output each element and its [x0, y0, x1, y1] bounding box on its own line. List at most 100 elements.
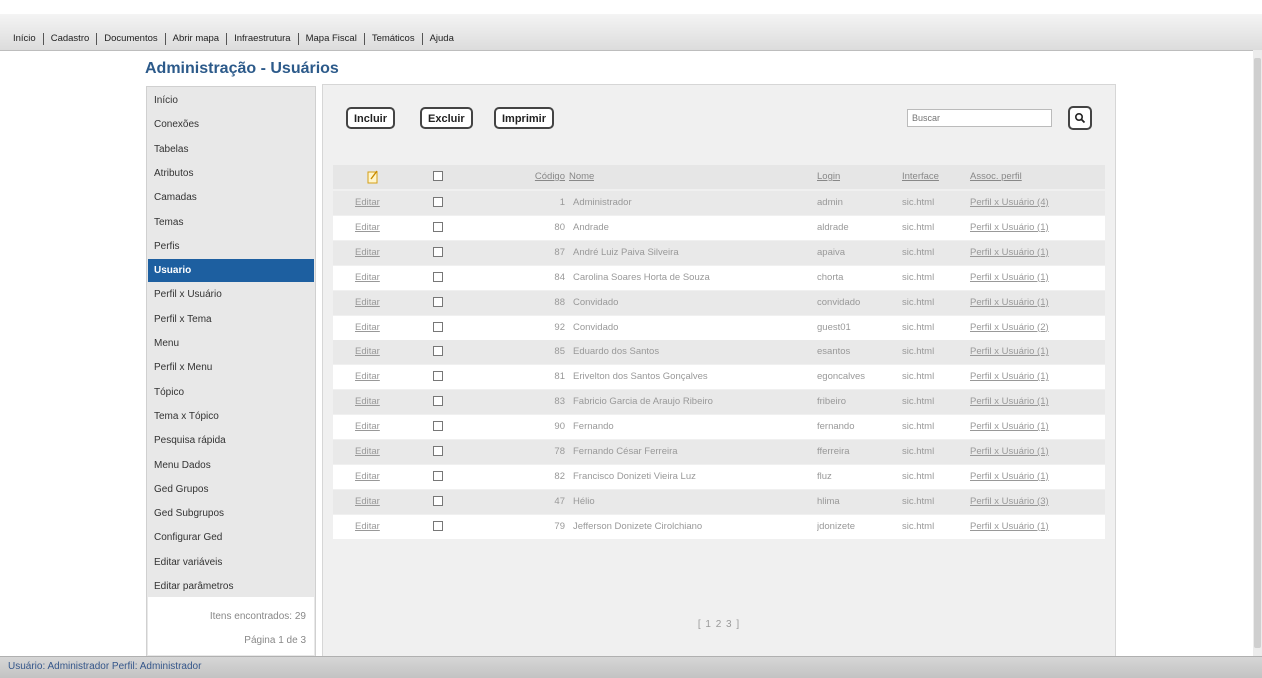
sidebar-item-14[interactable]: Pesquisa rápida — [148, 429, 314, 452]
sidebar-item-11[interactable]: Perfil x Menu — [148, 356, 314, 379]
menu-item-4[interactable]: Infraestrutura — [227, 33, 299, 45]
row-checkbox[interactable] — [433, 271, 443, 282]
menu-item-3[interactable]: Abrir mapa — [166, 33, 228, 45]
table-row: Editar 92 Convidado guest01 sic.html Perfil x… — [333, 315, 1105, 340]
sidebar-item-2[interactable]: Tabelas — [148, 138, 314, 161]
cell-nome: Eduardo dos Santos — [573, 346, 660, 358]
sidebar-item-0[interactable]: Início — [148, 89, 314, 112]
search-button[interactable] — [1068, 106, 1092, 130]
cell-assoc-perfil-link[interactable]: Perfil x Usuário (1) — [970, 241, 1049, 265]
cell-codigo: 92 — [554, 321, 565, 333]
cell-login: convidado — [817, 296, 861, 308]
row-checkbox[interactable] — [433, 371, 443, 382]
row-checkbox[interactable] — [433, 421, 443, 432]
cell-assoc-perfil-link[interactable]: Perfil x Usuário (2) — [970, 316, 1049, 340]
search-input[interactable] — [907, 109, 1052, 127]
sidebar-item-4[interactable]: Camadas — [148, 186, 314, 209]
sidebar: Início Conexões Tabelas Atributos Camadas Tem… — [146, 86, 316, 658]
edit-link[interactable]: Editar — [355, 490, 380, 514]
header-nome[interactable]: Nome — [569, 165, 594, 189]
edit-link[interactable]: Editar — [355, 465, 380, 489]
row-checkbox[interactable] — [433, 396, 443, 407]
sidebar-item-16[interactable]: Ged Grupos — [148, 478, 314, 501]
menu-item-1[interactable]: Cadastro — [44, 33, 98, 45]
sidebar-item-18[interactable]: Configurar Ged — [148, 526, 314, 549]
edit-link[interactable]: Editar — [355, 390, 380, 414]
table-row: Editar 83 Fabricio Garcia de Araujo Ribeir… — [333, 390, 1105, 415]
sidebar-item-9[interactable]: Perfil x Tema — [148, 308, 314, 331]
cell-nome: Francisco Donizeti Vieira Luz — [573, 470, 696, 482]
menu-item-0[interactable]: Início — [6, 33, 44, 45]
edit-link[interactable]: Editar — [355, 316, 380, 340]
cell-codigo: 88 — [554, 296, 565, 308]
sidebar-item-7[interactable]: Usuario — [148, 259, 314, 283]
search-icon — [1074, 112, 1086, 124]
edit-link[interactable]: Editar — [355, 340, 380, 364]
cell-assoc-perfil-link[interactable]: Perfil x Usuário (4) — [970, 191, 1049, 215]
cell-interface: sic.html — [902, 296, 935, 308]
cell-assoc-perfil-link[interactable]: Perfil x Usuário (1) — [970, 291, 1049, 315]
row-checkbox[interactable] — [433, 446, 443, 456]
cell-assoc-perfil-link[interactable]: Perfil x Usuário (1) — [970, 340, 1049, 364]
sidebar-item-19[interactable]: Editar variáveis — [148, 551, 314, 574]
pagination[interactable]: [ 1 2 3 ] — [323, 619, 1115, 630]
sidebar-item-1[interactable]: Conexões — [148, 113, 314, 136]
header-login[interactable]: Login — [817, 165, 840, 189]
edit-link[interactable]: Editar — [355, 365, 380, 389]
page-scrollbar[interactable] — [1253, 50, 1262, 656]
row-checkbox[interactable] — [433, 470, 443, 481]
row-checkbox[interactable] — [433, 221, 443, 232]
sidebar-item-8[interactable]: Perfil x Usuário — [148, 283, 314, 306]
row-checkbox[interactable] — [433, 197, 443, 207]
menu-item-7[interactable]: Ajuda — [423, 33, 461, 45]
excluir-button[interactable]: Excluir — [420, 107, 473, 129]
sidebar-item-13[interactable]: Tema x Tópico — [148, 405, 314, 428]
scroll-thumb[interactable] — [1254, 58, 1261, 648]
cell-assoc-perfil-link[interactable]: Perfil x Usuário (1) — [970, 266, 1049, 290]
edit-link[interactable]: Editar — [355, 291, 380, 315]
cell-assoc-perfil-link[interactable]: Perfil x Usuário (1) — [970, 390, 1049, 414]
cell-interface: sic.html — [902, 495, 935, 507]
cell-assoc-perfil-link[interactable]: Perfil x Usuário (3) — [970, 490, 1049, 514]
edit-link[interactable]: Editar — [355, 515, 380, 539]
imprimir-button[interactable]: Imprimir — [494, 107, 555, 129]
header-interface[interactable]: Interface — [902, 165, 939, 189]
cell-assoc-perfil-link[interactable]: Perfil x Usuário (1) — [970, 216, 1049, 240]
table-row: Editar 85 Eduardo dos Santos esantos sic.htm… — [333, 340, 1105, 365]
sidebar-item-10[interactable]: Menu — [148, 332, 314, 355]
cell-assoc-perfil-link[interactable]: Perfil x Usuário (1) — [970, 365, 1049, 389]
sidebar-item-6[interactable]: Perfis — [148, 235, 314, 258]
header-assoc-perfil[interactable]: Assoc. perfil — [970, 165, 1022, 189]
cell-assoc-perfil-link[interactable]: Perfil x Usuário (1) — [970, 465, 1049, 489]
row-checkbox[interactable] — [433, 520, 443, 531]
sidebar-item-3[interactable]: Atributos — [148, 162, 314, 185]
cell-codigo: 82 — [554, 470, 565, 482]
row-checkbox[interactable] — [433, 321, 443, 332]
row-checkbox[interactable] — [433, 246, 443, 257]
cell-assoc-perfil-link[interactable]: Perfil x Usuário (1) — [970, 515, 1049, 539]
sidebar-item-20[interactable]: Editar parâmetros — [148, 575, 314, 598]
edit-link[interactable]: Editar — [355, 191, 380, 215]
row-checkbox[interactable] — [433, 495, 443, 506]
sidebar-item-17[interactable]: Ged Subgrupos — [148, 502, 314, 525]
edit-link[interactable]: Editar — [355, 241, 380, 265]
sidebar-item-15[interactable]: Menu Dados — [148, 454, 314, 477]
edit-link[interactable]: Editar — [355, 266, 380, 290]
menu-item-2[interactable]: Documentos — [97, 33, 166, 45]
select-all-checkbox[interactable] — [433, 171, 443, 181]
row-checkbox[interactable] — [433, 296, 443, 307]
edit-link[interactable]: Editar — [355, 440, 380, 464]
header-codigo[interactable]: Código — [525, 165, 565, 189]
incluir-button[interactable]: Incluir — [346, 107, 396, 129]
sidebar-item-12[interactable]: Tópico — [148, 381, 314, 404]
cell-assoc-perfil-link[interactable]: Perfil x Usuário (1) — [970, 415, 1049, 439]
menu-item-6[interactable]: Temáticos — [365, 33, 423, 45]
sidebar-item-5[interactable]: Temas — [148, 211, 314, 234]
cell-interface: sic.html — [902, 221, 935, 233]
cell-assoc-perfil-link[interactable]: Perfil x Usuário (1) — [970, 440, 1049, 464]
edit-link[interactable]: Editar — [355, 216, 380, 240]
row-checkbox[interactable] — [433, 346, 443, 357]
table-row: Editar 79 Jefferson Donizete Cirolchiano jd… — [333, 514, 1105, 539]
menu-item-5[interactable]: Mapa Fiscal — [299, 33, 365, 45]
edit-link[interactable]: Editar — [355, 415, 380, 439]
